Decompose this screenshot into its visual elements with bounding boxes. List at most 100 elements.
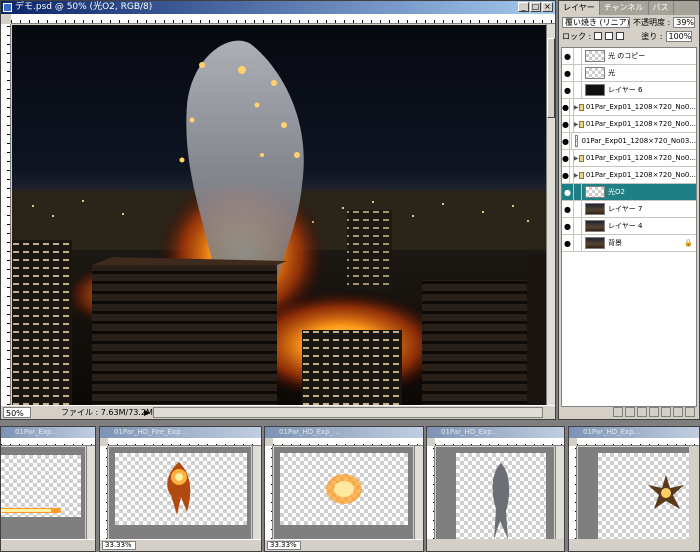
layer-row[interactable]: ● 光O2 [562,184,696,201]
horizontal-ruler[interactable] [577,438,699,446]
vertical-scroll-thumb[interactable] [547,38,555,118]
sub-window-canvas[interactable] [274,447,413,539]
tab-paths[interactable]: パス [649,1,674,15]
lock-position-checkbox[interactable] [616,32,625,40]
layer-link-cell[interactable] [574,65,582,81]
trash-icon[interactable] [685,407,695,417]
vertical-scrollbar[interactable] [252,446,261,539]
lock-pixels-checkbox[interactable] [605,32,614,40]
eye-icon[interactable]: ● [562,116,570,132]
vertical-ruler[interactable] [265,446,273,539]
vertical-ruler[interactable] [100,446,108,539]
sub-window-title: 01Par_HD_Exp... [441,428,499,436]
opacity-field[interactable]: 39% [673,16,696,28]
layer-row[interactable]: ● ▶ 01Par_Exp01_1208×720_No0... [562,167,696,184]
horizontal-scrollbar[interactable] [153,407,543,418]
sub-window-canvas[interactable] [578,447,689,539]
layer-link-cell[interactable] [574,48,582,64]
folder-icon [578,120,584,128]
horizontal-ruler[interactable] [273,438,423,446]
minimize-button[interactable]: _ [518,2,529,12]
new-group-icon[interactable] [661,407,671,417]
eye-icon[interactable]: ● [562,133,570,149]
layer-row[interactable]: ● ▶ 01Par_Exp01_1208×720_No0... [562,116,696,133]
layer-link-cell[interactable] [574,201,582,217]
adjustment-layer-icon[interactable] [649,407,659,417]
horizontal-ruler[interactable] [435,438,564,446]
tab-channels[interactable]: チャンネル [600,1,649,15]
eye-icon[interactable]: ● [562,65,574,81]
layer-thumbnail [574,135,579,147]
layer-row[interactable]: ● レイヤー 4 [562,218,696,235]
horizontal-ruler[interactable] [1,438,95,446]
document-title-bar[interactable]: デモ.psd @ 50% (光O2, RGB/8) _ □ × [1,1,555,14]
document-window[interactable]: デモ.psd @ 50% (光O2, RGB/8) _ □ × 50% ファイル… [0,0,556,420]
sub-window-canvas[interactable] [1,447,85,539]
blend-mode-select[interactable]: 覆い焼き (リニア) [562,16,630,28]
vertical-ruler[interactable] [1,24,11,405]
eye-icon[interactable]: ● [562,48,574,64]
horizontal-ruler[interactable] [11,14,555,24]
sub-window-title-bar[interactable]: 01Par_Exp... [1,427,95,438]
document-title: デモ.psd @ 50% (光O2, RGB/8) [15,2,153,12]
sub-window-3[interactable]: 01Par_HD_Exp_... 33.33% [264,426,424,552]
layer-row[interactable]: ● ▶ 01Par_Exp01_1208×720_No0... [562,150,696,167]
zoom-level-field[interactable]: 50% [3,407,31,418]
zoom-level-field[interactable]: 33.33% [267,541,301,550]
layer-link-cell[interactable] [574,235,582,251]
vertical-scrollbar[interactable] [86,446,95,539]
status-bar: 33.33% [265,539,423,551]
lock-transparency-checkbox[interactable] [594,32,603,40]
zoom-level-field[interactable]: 33.33% [102,541,136,550]
vertical-scrollbar[interactable] [414,446,423,539]
layer-link-cell[interactable] [570,133,572,149]
eye-icon[interactable]: ● [562,150,570,166]
vertical-ruler[interactable] [569,446,577,539]
sub-window-5[interactable]: 01Par_HD_Exp... [568,426,700,552]
eye-icon[interactable]: ● [562,99,570,115]
horizontal-ruler[interactable] [108,438,261,446]
layer-link-cell[interactable] [574,218,582,234]
sub-window-title-bar[interactable]: 01Par_HD_Fire_Exp... [100,427,261,438]
new-layer-icon[interactable] [673,407,683,417]
layer-row[interactable]: ● 背景 🔒 [562,235,696,252]
tab-layers[interactable]: レイヤー [559,1,600,15]
sub-window-2[interactable]: 01Par_HD_Fire_Exp... 33.33% [99,426,262,552]
link-layers-icon[interactable] [613,407,623,417]
layer-row[interactable]: ● 01Par_Exp01_1208×720_No03... [562,133,696,150]
layer-link-cell[interactable] [574,184,582,200]
sub-window-1[interactable]: 01Par_Exp... [0,426,96,552]
document-canvas[interactable] [12,25,547,407]
eye-icon[interactable]: ● [562,218,574,234]
layer-row[interactable]: ● 光 [562,65,696,82]
vertical-ruler[interactable] [427,446,435,539]
vertical-scrollbar[interactable] [546,24,555,405]
sub-window-title-bar[interactable]: 01Par_HD_Exp_... [265,427,423,438]
eye-icon[interactable]: ● [562,167,570,183]
sub-window-canvas[interactable] [109,447,251,539]
eye-icon[interactable]: ● [562,82,574,98]
sub-window-title-bar[interactable]: 01Par_HD_Exp... [569,427,699,438]
sub-window-title-bar[interactable]: 01Par_HD_Exp... [427,427,564,438]
maximize-button[interactable]: □ [530,2,541,12]
close-button[interactable]: × [542,2,553,12]
vertical-scrollbar[interactable] [555,446,564,539]
layer-name: 光 のコピー [608,52,646,60]
eye-icon[interactable]: ● [562,235,574,251]
layer-thumbnail [585,220,605,232]
fill-field[interactable]: 100% [665,30,692,42]
layer-mask-icon[interactable] [637,407,647,417]
layer-link-cell[interactable] [574,82,582,98]
layer-style-icon[interactable] [625,407,635,417]
layer-row[interactable]: ● ▶ 01Par_Exp01_1208×720_No0... [562,99,696,116]
file-size-info[interactable]: ファイル : 7.63M/73.2M [61,407,153,419]
layer-row[interactable]: ● レイヤー 7 [562,201,696,218]
layer-row[interactable]: ● 光 のコピー [562,48,696,65]
sub-window-canvas[interactable] [436,447,554,539]
eye-icon[interactable]: ● [562,184,574,200]
layer-name: 01Par_Exp01_1208×720_No0... [585,103,696,111]
sub-window-4[interactable]: 01Par_HD_Exp... [426,426,565,552]
eye-icon[interactable]: ● [562,201,574,217]
status-menu-arrow[interactable]: ▶ [144,407,150,419]
layer-row[interactable]: ● レイヤー 6 [562,82,696,99]
